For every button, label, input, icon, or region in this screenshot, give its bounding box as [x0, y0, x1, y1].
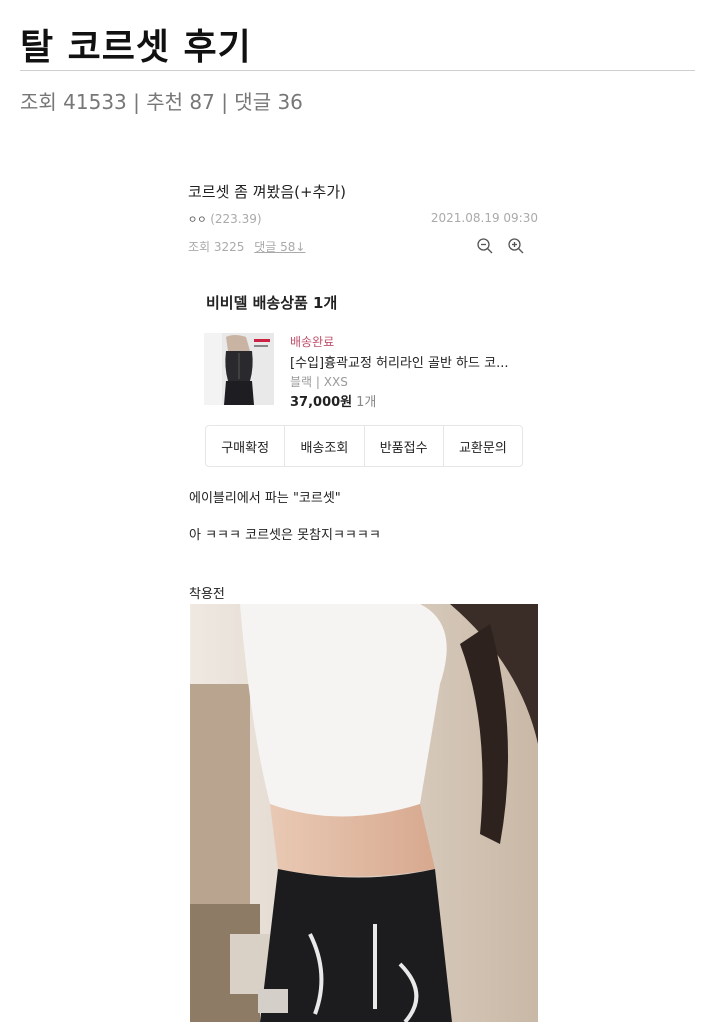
store-name: 비비델 배송상품 1개 [206, 294, 338, 312]
body-photo [190, 604, 538, 1022]
page-title: 탈 코르셋 후기 [20, 27, 252, 68]
product-thumbnail [204, 333, 274, 405]
product-name[interactable]: [수입]흉곽교정 허리라인 골반 하드 코... [290, 352, 508, 371]
exchange-inquiry-button[interactable]: 교환문의 [444, 426, 522, 466]
body-paragraph-3: 착용전 [189, 587, 225, 602]
product-price-line: 37,000원 1개 [290, 391, 376, 410]
product-option: 블랙 | XXS [290, 375, 348, 389]
body-paragraph-1: 에이블리에서 파는 "코르셋" [189, 491, 341, 506]
track-delivery-button[interactable]: 배송조회 [285, 426, 365, 466]
delivery-status: 배송완료 [290, 335, 335, 349]
product-quantity: 1개 [356, 395, 377, 410]
body-paragraph-2: 아 ㅋㅋㅋ 코르셋은 못참지ㅋㅋㅋㅋ [189, 528, 381, 543]
title-divider [20, 70, 695, 71]
inner-post-date: 2021.08.19 09:30 [430, 211, 538, 225]
inner-post-title: 코르셋 좀 껴봤음(+추가) [188, 183, 347, 201]
confirm-purchase-button[interactable]: 구매확정 [206, 426, 286, 466]
zoom-in-icon[interactable] [507, 237, 525, 255]
product-price: 37,000원 [290, 395, 353, 410]
order-actions: 구매확정 배송조회 반품접수 교환문의 [205, 425, 523, 467]
inner-post-meta: 조회 3225 댓글 58↓ [188, 238, 306, 255]
inner-post-views: 조회 3225 [188, 240, 245, 254]
post-stats: 조회 41533 | 추천 87 | 댓글 36 [20, 90, 303, 114]
return-request-button[interactable]: 반품접수 [365, 426, 444, 466]
zoom-out-icon[interactable] [476, 237, 494, 255]
inner-post-author: ㅇㅇ (223.39) [188, 211, 262, 226]
post-screenshot: 코르셋 좀 껴봤음(+추가) ㅇㅇ (223.39) 2021.08.19 09… [176, 165, 550, 1022]
author-ip: (223.39) [210, 212, 262, 226]
author-mark: ㅇㅇ [188, 215, 207, 226]
comments-link[interactable]: 댓글 58↓ [254, 240, 305, 254]
